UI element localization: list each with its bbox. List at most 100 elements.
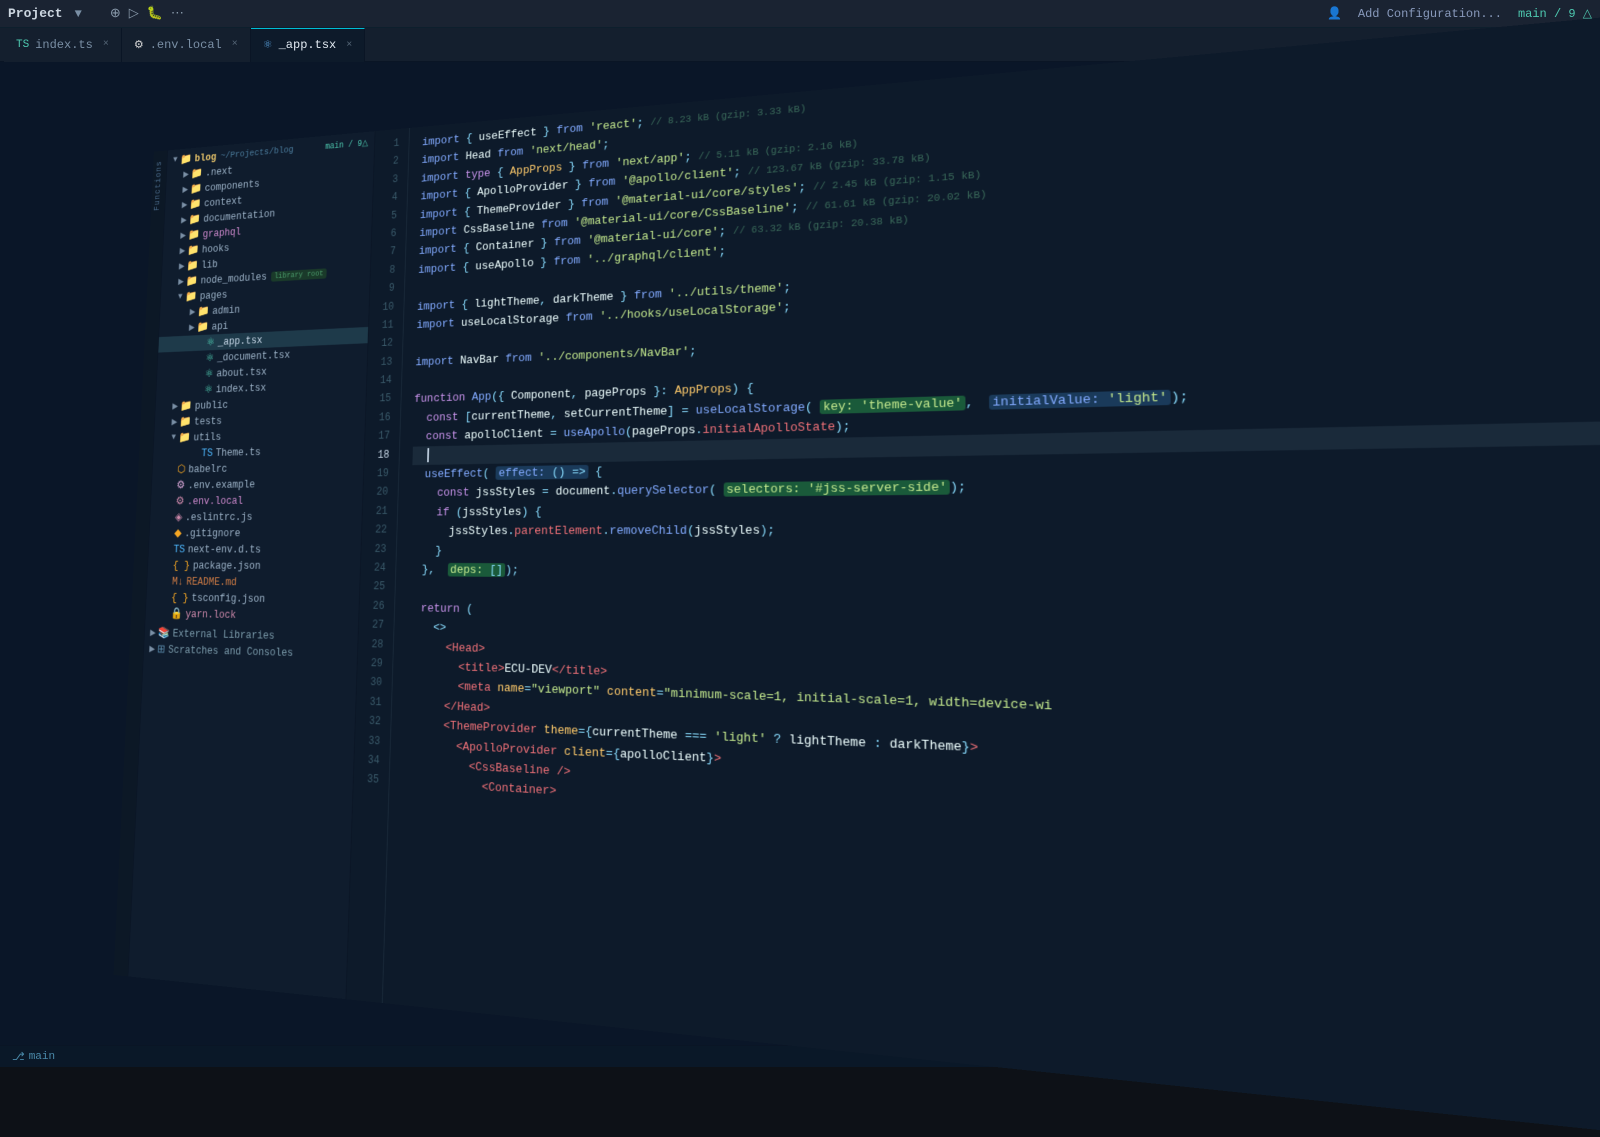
- ln-10: 10: [375, 299, 394, 318]
- gitignore-icon: ◆: [174, 527, 182, 540]
- tree-item-gitignore[interactable]: ▶ ◆ .gitignore: [149, 525, 361, 542]
- tab-env-local[interactable]: ⚙ .env.local ×: [122, 28, 251, 62]
- tree-label-api: api: [211, 320, 228, 332]
- tree-item-next-env[interactable]: ▶ TS next-env.d.ts: [148, 541, 360, 558]
- build-icon[interactable]: ⊕: [110, 6, 121, 21]
- chevron-down-icon: ▼: [170, 156, 180, 166]
- tree-item-env-local[interactable]: ▶ ⚙ .env.local: [151, 491, 363, 509]
- tree-label-ext-libs: External Libraries: [172, 627, 274, 641]
- tree-label-gitignore: .gitignore: [184, 527, 240, 539]
- json-file-icon-tsconfig: { }: [171, 591, 189, 604]
- folder-icon-context: 📁: [189, 198, 201, 211]
- git-branch-badge: main / 9△: [325, 138, 368, 152]
- folder-icon-public: 📁: [180, 400, 192, 413]
- ln-6: 6: [378, 226, 397, 245]
- code-editor[interactable]: import { useEffect } from 'react'; // 8.…: [383, 17, 1600, 1137]
- project-title: Project: [8, 6, 63, 21]
- lock-file-icon: 🔒: [170, 607, 183, 620]
- close-icon[interactable]: ×: [103, 39, 109, 50]
- chevron-right-icon-tests: ▶: [169, 417, 180, 427]
- ln-11: 11: [375, 317, 394, 336]
- tree-label-index-tsx: index.tsx: [215, 382, 266, 396]
- chevron-down-icon-pages: ▼: [175, 293, 185, 303]
- chevron-right-icon-admin: ▶: [187, 307, 198, 317]
- folder-icon-blog: 📁: [180, 153, 192, 166]
- ln-9: 9: [376, 280, 395, 299]
- folder-icon-admin: 📁: [197, 305, 209, 318]
- tree-label-pages: pages: [200, 289, 228, 302]
- folder-icon-api: 📁: [197, 321, 209, 334]
- close-icon-env[interactable]: ×: [232, 39, 238, 50]
- code-line-22: jssStyles.parentElement.removeChild(jssS…: [410, 517, 1600, 541]
- close-icon-tsx[interactable]: ×: [346, 40, 352, 51]
- ln-1: 1: [381, 136, 400, 156]
- ln-26: 26: [366, 598, 385, 617]
- title-bar-icons: ⊕ ▷ 🐛 ⋯: [110, 6, 184, 21]
- ln-33: 33: [361, 732, 380, 752]
- chevron-right-icon-lib: ▶: [176, 261, 187, 271]
- more-icon[interactable]: ⋯: [171, 6, 184, 21]
- user-icon: 👤: [1327, 6, 1342, 21]
- folder-icon-utils: 📁: [178, 431, 190, 444]
- tab-app-tsx[interactable]: ⚛ _app.tsx ×: [251, 28, 366, 62]
- tree-label-utils: utils: [193, 431, 221, 443]
- tree-label-babelrc: babelrc: [188, 463, 227, 475]
- library-icon: 📚: [158, 627, 170, 640]
- editor-area: 1 2 3 4 5 6 7 8 9 10 11 12 13 14 15 16 1: [346, 10, 1600, 1137]
- ln-12: 12: [374, 335, 393, 354]
- folder-icon-node-modules: 📁: [186, 275, 198, 288]
- ln-17: 17: [371, 428, 390, 447]
- chevron-down-icon-utils: ▼: [168, 433, 179, 442]
- tree-label-graphql: graphql: [202, 226, 241, 240]
- tree-label-tests: tests: [194, 415, 222, 427]
- ln-13: 13: [374, 354, 393, 373]
- title-bar-left: Project ▼ ⊕ ▷ 🐛 ⋯: [8, 6, 184, 21]
- folder-icon-tests: 📁: [179, 416, 191, 429]
- tsx-file-icon-index: ⚛: [204, 383, 213, 396]
- ln-24: 24: [367, 560, 386, 579]
- perspective-wrapper: Functions ▼ 📁 blog ~/Projects/blog main …: [114, 10, 1600, 1137]
- run-icon[interactable]: ▷: [129, 6, 139, 21]
- env-icon: ⚙: [134, 38, 144, 52]
- title-bar-right: 👤 Add Configuration... main / 9 △: [1327, 6, 1592, 21]
- ln-23: 23: [367, 541, 386, 560]
- ln-28: 28: [364, 636, 383, 656]
- ln-25: 25: [366, 579, 385, 598]
- library-root-badge: library root: [271, 268, 327, 281]
- git-branch-icon: ⎇: [12, 1050, 25, 1064]
- ln-35: 35: [360, 771, 379, 792]
- chevron-right-icon-docs: ▶: [179, 215, 189, 225]
- add-config-label[interactable]: Add Configuration...: [1358, 7, 1502, 21]
- tree-item-package-json[interactable]: ▶ { } package.json: [148, 557, 361, 575]
- ln-8: 8: [377, 262, 396, 281]
- ln-21: 21: [369, 503, 388, 522]
- chevron-right-icon: ▶: [181, 169, 191, 179]
- title-bar: Project ▼ ⊕ ▷ 🐛 ⋯ 👤 Add Configuration...…: [0, 0, 1600, 28]
- tree-item-eslintrc[interactable]: ▶ ◈ .eslintrc.js: [150, 508, 362, 525]
- tree-label-lib: lib: [201, 258, 218, 270]
- tree-label-app-tsx: _app.tsx: [218, 334, 263, 348]
- tsx-file-icon-document: ⚛: [205, 352, 214, 365]
- ln-5: 5: [379, 208, 398, 227]
- git-branch-status: ⎇ main: [12, 1050, 55, 1064]
- ts-icon: TS: [16, 39, 29, 51]
- tree-label-scratches: Scratches and Consoles: [168, 644, 293, 659]
- tree-item-yarn-lock[interactable]: ▶ 🔒 yarn.lock: [145, 605, 358, 625]
- ln-14: 14: [373, 372, 392, 391]
- debug-icon[interactable]: 🐛: [147, 6, 163, 21]
- tab-label-app-tsx: _app.tsx: [279, 38, 337, 52]
- ts-file-icon-next-env: TS: [173, 543, 185, 556]
- console-icon: ⊞: [157, 643, 166, 656]
- ln-7: 7: [377, 244, 396, 263]
- ln-4: 4: [379, 190, 398, 209]
- dropdown-arrow[interactable]: ▼: [75, 7, 82, 21]
- ln-32: 32: [362, 713, 381, 733]
- ln-29: 29: [364, 655, 383, 675]
- tab-index-ts[interactable]: TS index.ts ×: [4, 28, 122, 62]
- tsx-file-icon-app: ⚛: [206, 336, 215, 349]
- tree-label-env-local: .env.local: [187, 495, 243, 507]
- ln-16: 16: [372, 410, 391, 429]
- ln-3: 3: [380, 172, 399, 191]
- folder-icon-hooks: 📁: [187, 244, 199, 257]
- tree-label-readme: README.md: [186, 576, 237, 588]
